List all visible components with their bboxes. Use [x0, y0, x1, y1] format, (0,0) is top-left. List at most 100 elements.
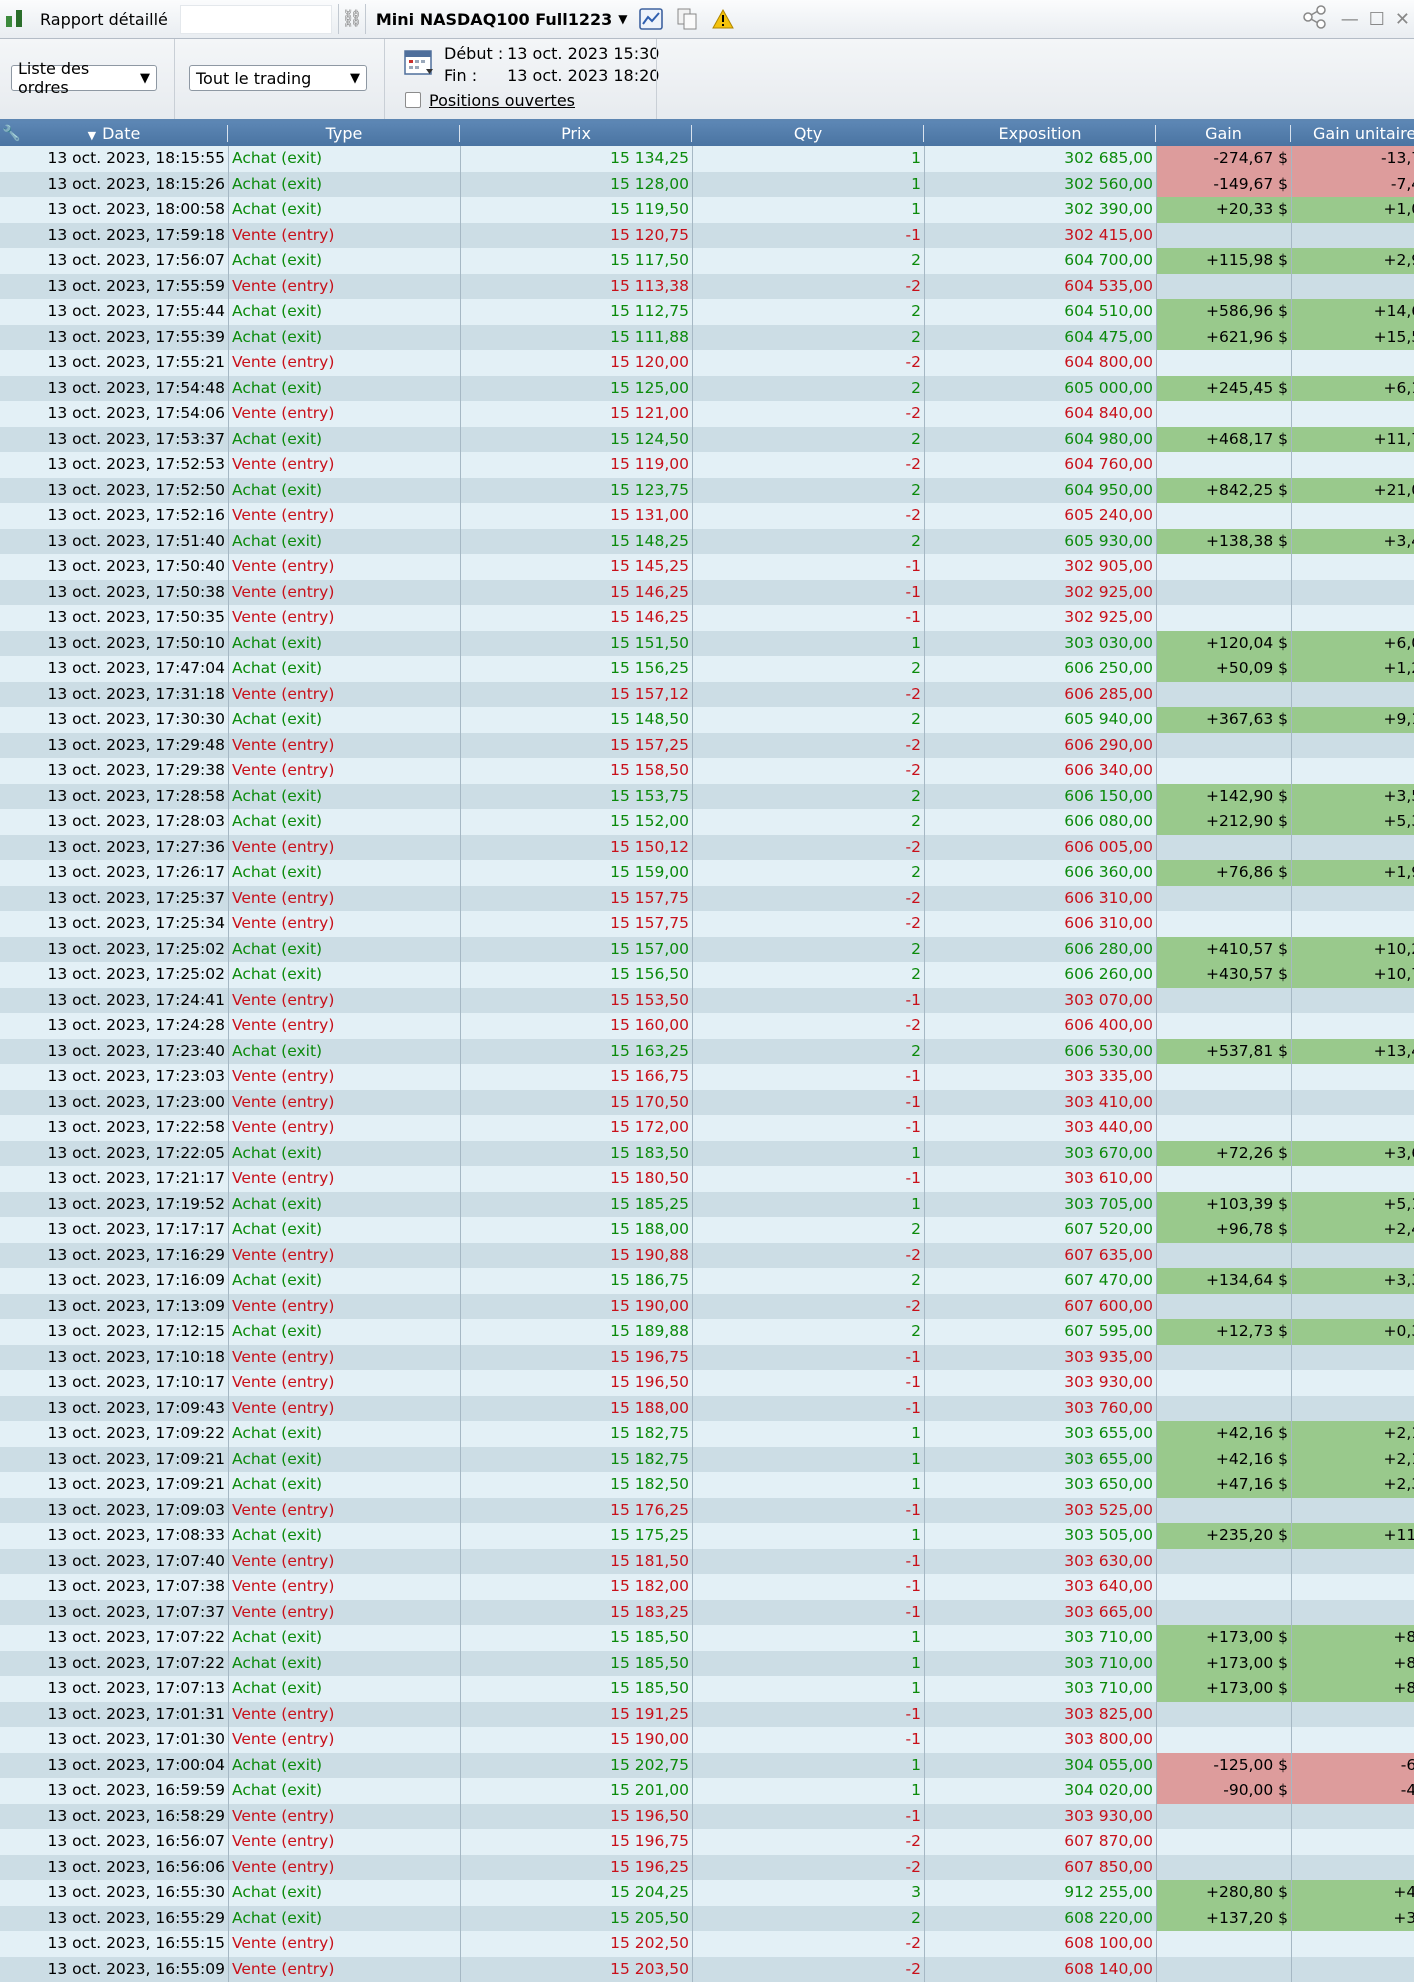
- column-header-gain-unitaire[interactable]: Gain unitaire: [1291, 121, 1414, 146]
- exposition-cell: 605 940,00: [924, 707, 1156, 733]
- table-row[interactable]: 13 oct. 2023, 17:01:31 Vente (entry) 15 19…: [0, 1701, 1414, 1727]
- table-row[interactable]: 13 oct. 2023, 16:55:29 Achat (exit) 15 205…: [0, 1905, 1414, 1931]
- instrument-selector[interactable]: Mini NASDAQ100 Full1223 ▼: [376, 10, 628, 29]
- table-row[interactable]: 13 oct. 2023, 17:55:44 Achat (exit) 15 112…: [0, 299, 1414, 325]
- gain-cell: +103,39 $: [1156, 1191, 1291, 1217]
- table-row[interactable]: 13 oct. 2023, 17:55:21 Vente (entry) 15 12…: [0, 350, 1414, 376]
- table-row[interactable]: 13 oct. 2023, 17:07:40 Vente (entry) 15 18…: [0, 1548, 1414, 1574]
- table-row[interactable]: 13 oct. 2023, 17:52:16 Vente (entry) 15 13…: [0, 503, 1414, 529]
- table-row[interactable]: 13 oct. 2023, 16:59:59 Achat (exit) 15 201…: [0, 1778, 1414, 1804]
- table-row[interactable]: 13 oct. 2023, 17:55:59 Vente (entry) 15 11…: [0, 273, 1414, 299]
- table-row[interactable]: 13 oct. 2023, 17:09:03 Vente (entry) 15 17…: [0, 1497, 1414, 1523]
- table-row[interactable]: 13 oct. 2023, 17:24:28 Vente (entry) 15 16…: [0, 1013, 1414, 1039]
- share-icon[interactable]: [1301, 4, 1331, 35]
- warning-icon[interactable]: [710, 6, 736, 32]
- open-positions-label[interactable]: Positions ouvertes: [429, 91, 575, 110]
- exposition-cell: 303 760,00: [924, 1395, 1156, 1421]
- table-row[interactable]: 13 oct. 2023, 17:07:22 Achat (exit) 15 185…: [0, 1625, 1414, 1651]
- minimize-icon[interactable]: —: [1341, 9, 1359, 30]
- table-row[interactable]: 13 oct. 2023, 16:58:29 Vente (entry) 15 19…: [0, 1803, 1414, 1829]
- table-row[interactable]: 13 oct. 2023, 17:09:21 Achat (exit) 15 182…: [0, 1446, 1414, 1472]
- table-row[interactable]: 13 oct. 2023, 17:07:37 Vente (entry) 15 18…: [0, 1599, 1414, 1625]
- calendar-icon[interactable]: [404, 48, 434, 76]
- table-row[interactable]: 13 oct. 2023, 18:15:55 Achat (exit) 15 134…: [0, 146, 1414, 172]
- link-icon[interactable]: ⛓: [341, 6, 363, 32]
- column-header-qty[interactable]: Qty: [692, 121, 924, 146]
- column-header-prix[interactable]: Prix: [460, 121, 692, 146]
- table-row[interactable]: 13 oct. 2023, 17:09:43 Vente (entry) 15 18…: [0, 1395, 1414, 1421]
- table-row[interactable]: 13 oct. 2023, 17:12:15 Achat (exit) 15 189…: [0, 1319, 1414, 1345]
- table-row[interactable]: 13 oct. 2023, 17:22:05 Achat (exit) 15 183…: [0, 1140, 1414, 1166]
- table-row[interactable]: 13 oct. 2023, 17:28:58 Achat (exit) 15 153…: [0, 783, 1414, 809]
- table-row[interactable]: 13 oct. 2023, 17:50:10 Achat (exit) 15 151…: [0, 630, 1414, 656]
- table-row[interactable]: 13 oct. 2023, 17:23:00 Vente (entry) 15 17…: [0, 1089, 1414, 1115]
- table-row[interactable]: 13 oct. 2023, 16:55:15 Vente (entry) 15 20…: [0, 1931, 1414, 1957]
- table-row[interactable]: 13 oct. 2023, 17:19:52 Achat (exit) 15 185…: [0, 1191, 1414, 1217]
- table-row[interactable]: 13 oct. 2023, 17:09:22 Achat (exit) 15 182…: [0, 1421, 1414, 1447]
- price-cell: 15 120,00: [460, 350, 692, 376]
- table-row[interactable]: 13 oct. 2023, 17:17:17 Achat (exit) 15 188…: [0, 1217, 1414, 1243]
- table-row[interactable]: 13 oct. 2023, 17:24:41 Vente (entry) 15 15…: [0, 987, 1414, 1013]
- table-row[interactable]: 13 oct. 2023, 17:59:18 Vente (entry) 15 12…: [0, 222, 1414, 248]
- table-row[interactable]: 13 oct. 2023, 17:47:04 Achat (exit) 15 156…: [0, 656, 1414, 682]
- table-row[interactable]: 13 oct. 2023, 17:21:17 Vente (entry) 15 18…: [0, 1166, 1414, 1192]
- table-row[interactable]: 13 oct. 2023, 17:29:48 Vente (entry) 15 15…: [0, 732, 1414, 758]
- table-row[interactable]: 13 oct. 2023, 17:26:17 Achat (exit) 15 159…: [0, 860, 1414, 886]
- table-row[interactable]: 13 oct. 2023, 17:30:30 Achat (exit) 15 148…: [0, 707, 1414, 733]
- table-row[interactable]: 13 oct. 2023, 17:25:34 Vente (entry) 15 15…: [0, 911, 1414, 937]
- table-row[interactable]: 13 oct. 2023, 17:07:22 Achat (exit) 15 185…: [0, 1650, 1414, 1676]
- orders-list-select[interactable]: Liste des ordres ▼: [11, 59, 157, 97]
- table-row[interactable]: 13 oct. 2023, 17:51:40 Achat (exit) 15 148…: [0, 528, 1414, 554]
- table-row[interactable]: 13 oct. 2023, 17:25:02 Achat (exit) 15 156…: [0, 962, 1414, 988]
- column-header-exposition[interactable]: Exposition: [924, 121, 1156, 146]
- column-header-type[interactable]: Type: [228, 121, 460, 146]
- table-row[interactable]: 13 oct. 2023, 17:52:53 Vente (entry) 15 11…: [0, 452, 1414, 478]
- table-row[interactable]: 13 oct. 2023, 16:56:07 Vente (entry) 15 19…: [0, 1829, 1414, 1855]
- copy-icon[interactable]: [674, 6, 700, 32]
- table-row[interactable]: 13 oct. 2023, 17:00:04 Achat (exit) 15 202…: [0, 1752, 1414, 1778]
- close-icon[interactable]: ✕: [1395, 9, 1410, 30]
- table-row[interactable]: 13 oct. 2023, 17:50:38 Vente (entry) 15 14…: [0, 579, 1414, 605]
- table-row[interactable]: 13 oct. 2023, 17:54:48 Achat (exit) 15 125…: [0, 375, 1414, 401]
- chart-icon[interactable]: [638, 6, 664, 32]
- table-row[interactable]: 13 oct. 2023, 17:28:03 Achat (exit) 15 152…: [0, 809, 1414, 835]
- exposition-cell: 604 510,00: [924, 299, 1156, 325]
- trading-filter-select[interactable]: Tout le trading ▼: [189, 65, 367, 91]
- table-row[interactable]: 13 oct. 2023, 17:50:40 Vente (entry) 15 14…: [0, 554, 1414, 580]
- table-row[interactable]: 13 oct. 2023, 17:01:30 Vente (entry) 15 19…: [0, 1727, 1414, 1753]
- table-row[interactable]: 13 oct. 2023, 17:07:13 Achat (exit) 15 185…: [0, 1676, 1414, 1702]
- table-row[interactable]: 13 oct. 2023, 17:29:38 Vente (entry) 15 15…: [0, 758, 1414, 784]
- table-row[interactable]: 13 oct. 2023, 17:16:09 Achat (exit) 15 186…: [0, 1268, 1414, 1294]
- table-row[interactable]: 13 oct. 2023, 17:08:33 Achat (exit) 15 175…: [0, 1523, 1414, 1549]
- table-row[interactable]: 13 oct. 2023, 17:52:50 Achat (exit) 15 123…: [0, 477, 1414, 503]
- table-row[interactable]: 13 oct. 2023, 17:53:37 Achat (exit) 15 124…: [0, 426, 1414, 452]
- table-row[interactable]: 13 oct. 2023, 17:31:18 Vente (entry) 15 15…: [0, 681, 1414, 707]
- exposition-cell: 303 930,00: [924, 1803, 1156, 1829]
- table-row[interactable]: 13 oct. 2023, 17:13:09 Vente (entry) 15 19…: [0, 1293, 1414, 1319]
- table-row[interactable]: 13 oct. 2023, 17:22:58 Vente (entry) 15 17…: [0, 1115, 1414, 1141]
- table-row[interactable]: 13 oct. 2023, 17:10:17 Vente (entry) 15 19…: [0, 1370, 1414, 1396]
- table-row[interactable]: 13 oct. 2023, 17:27:36 Vente (entry) 15 15…: [0, 834, 1414, 860]
- column-header-gain[interactable]: Gain: [1156, 121, 1291, 146]
- table-row[interactable]: 13 oct. 2023, 18:15:26 Achat (exit) 15 128…: [0, 171, 1414, 197]
- table-row[interactable]: 13 oct. 2023, 17:25:37 Vente (entry) 15 15…: [0, 885, 1414, 911]
- table-row[interactable]: 13 oct. 2023, 17:10:18 Vente (entry) 15 19…: [0, 1344, 1414, 1370]
- table-row[interactable]: 13 oct. 2023, 17:54:06 Vente (entry) 15 12…: [0, 401, 1414, 427]
- table-row[interactable]: 13 oct. 2023, 16:56:06 Vente (entry) 15 19…: [0, 1854, 1414, 1880]
- table-row[interactable]: 13 oct. 2023, 18:00:58 Achat (exit) 15 119…: [0, 197, 1414, 223]
- open-positions-checkbox[interactable]: [405, 92, 421, 108]
- table-row[interactable]: 13 oct. 2023, 17:25:02 Achat (exit) 15 157…: [0, 936, 1414, 962]
- table-row[interactable]: 13 oct. 2023, 17:07:38 Vente (entry) 15 18…: [0, 1574, 1414, 1600]
- table-row[interactable]: 13 oct. 2023, 17:55:39 Achat (exit) 15 111…: [0, 324, 1414, 350]
- account-field[interactable]: [179, 4, 332, 34]
- table-row[interactable]: 13 oct. 2023, 17:16:29 Vente (entry) 15 19…: [0, 1242, 1414, 1268]
- table-row[interactable]: 13 oct. 2023, 17:56:07 Achat (exit) 15 117…: [0, 248, 1414, 274]
- table-row[interactable]: 13 oct. 2023, 17:23:03 Vente (entry) 15 16…: [0, 1064, 1414, 1090]
- table-row[interactable]: 13 oct. 2023, 17:50:35 Vente (entry) 15 14…: [0, 605, 1414, 631]
- table-row[interactable]: 13 oct. 2023, 16:55:09 Vente (entry) 15 20…: [0, 1956, 1414, 1982]
- column-header-date[interactable]: ▼ Date: [0, 121, 228, 146]
- maximize-icon[interactable]: ☐: [1369, 9, 1385, 30]
- table-row[interactable]: 13 oct. 2023, 17:09:21 Achat (exit) 15 182…: [0, 1472, 1414, 1498]
- table-row[interactable]: 13 oct. 2023, 17:23:40 Achat (exit) 15 163…: [0, 1038, 1414, 1064]
- table-row[interactable]: 13 oct. 2023, 16:55:30 Achat (exit) 15 204…: [0, 1880, 1414, 1906]
